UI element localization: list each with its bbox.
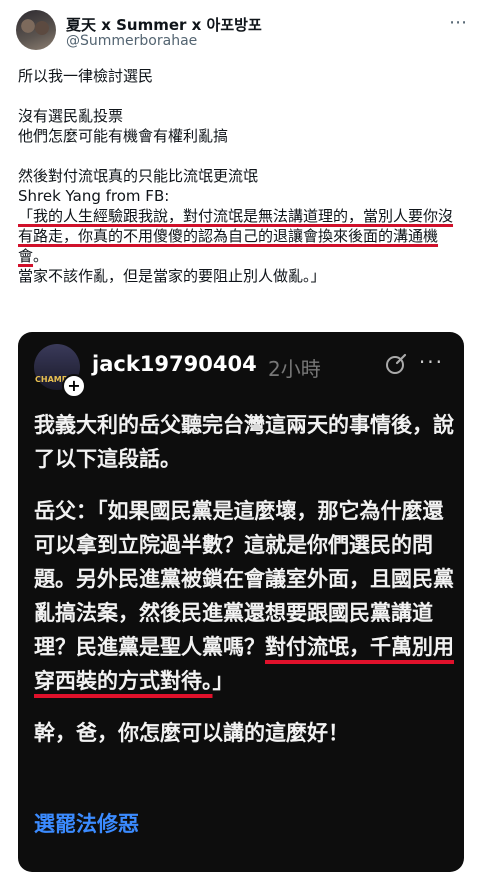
embedded-post-image[interactable]: CHAMP + jack19790404 2小時 ··· 我義大利的岳父聽完台灣… <box>18 332 464 872</box>
embedded-timestamp: 2小時 <box>268 357 321 381</box>
plus-icon: + <box>62 374 86 398</box>
user-avatar[interactable] <box>16 10 56 50</box>
tweet-text: 所以我一律檢討選民 沒有選民亂投票 他們怎麼可能有機會有權利亂搞 然後對付流氓真… <box>18 66 458 286</box>
tweet-line: 所以我一律檢討選民 <box>18 67 154 85</box>
more-horizontal-icon[interactable]: ⋯ <box>449 12 468 33</box>
user-handle[interactable]: @Summerborahae <box>66 33 197 49</box>
display-name[interactable]: 夏天 x Summer x 아포방포 <box>66 14 262 35</box>
quote-tail: 。 <box>33 247 49 265</box>
tweet-line: 沒有選民亂投票 <box>18 107 124 125</box>
quoted-passage: 「我的人生經驗跟我說，對付流氓是無法講道理的，當別人要你沒有路走，你真的不用傻傻… <box>18 206 458 266</box>
tweet-line: Shrek Yang from FB: <box>18 187 170 205</box>
more-horizontal-icon: ··· <box>418 350 444 374</box>
quote-end: 」 <box>212 669 234 693</box>
tweet-line: 當家不該作亂，但是當家的要阻止別人做亂。」 <box>18 267 326 285</box>
embedded-post-text: 我義大利的岳父聽完台灣這兩天的事情後，說了以下這段話。 岳父：「如果國民黨是這麼… <box>34 408 454 750</box>
edit-circle-icon <box>386 353 407 374</box>
underlined-quote: 「我的人生經驗跟我說，對付流氓是無法講道理的，當別人要你沒有路走，你真的不用傻傻… <box>18 207 454 265</box>
embedded-paragraph-quote: 岳父：「如果國民黨是這麼壞，那它為什麼還可以拿到立院過半數？這就是你們選民的問題… <box>34 494 454 698</box>
embedded-paragraph: 幹，爸，你怎麼可以講的這麼好！ <box>34 721 349 745</box>
embedded-paragraph: 我義大利的岳父聽完台灣這兩天的事情後，說了以下這段話。 <box>34 413 454 471</box>
tweet-line: 然後對付流氓真的只能比流氓更流氓 <box>18 167 259 185</box>
tweet-header: 夏天 x Summer x 아포방포 @Summerborahae ⋯ <box>16 10 468 52</box>
embedded-username: jack19790404 <box>92 352 257 376</box>
hashtag-link: 選罷法修惡 <box>34 812 139 836</box>
tweet-line: 他們怎麼可能有機會有權利亂搞 <box>18 127 229 145</box>
